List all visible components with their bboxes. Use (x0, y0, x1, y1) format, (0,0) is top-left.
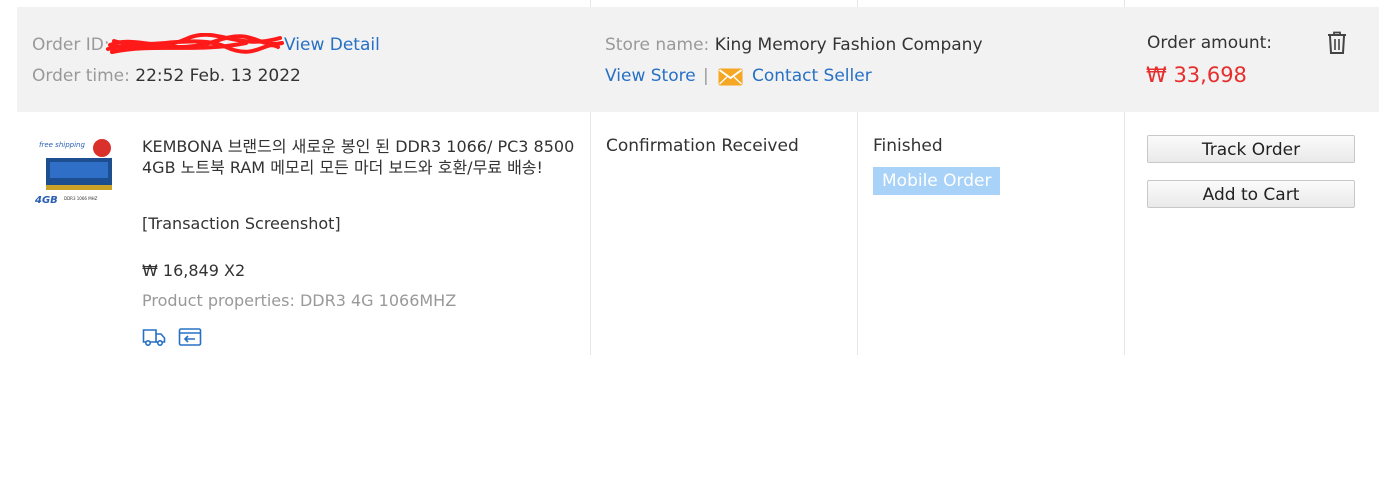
shipping-status: Confirmation Received (606, 136, 799, 156)
store-name-value: King Memory Fashion Company (714, 35, 983, 55)
order-time: Order time: 22:52 Feb. 13 2022 (32, 65, 301, 87)
contact-seller-link[interactable]: Contact Seller (752, 65, 872, 87)
link-separator: | (703, 66, 709, 86)
truck-icon[interactable] (142, 327, 166, 347)
column-divider (857, 0, 858, 7)
order-time-label: Order time: (32, 66, 130, 86)
product-price-quantity: ₩ 16,849 X2 (142, 261, 246, 280)
order-amount-value: ₩ 33,698 (1146, 63, 1247, 87)
transaction-screenshot-link[interactable]: [Transaction Screenshot] (142, 213, 341, 234)
trash-icon[interactable] (1326, 31, 1348, 55)
column-divider (857, 112, 858, 355)
thumb-model-text: DDR3 1066 MHZ (64, 196, 98, 201)
column-divider (1124, 112, 1125, 355)
mobile-order-badge: Mobile Order (873, 167, 1001, 195)
thumb-free-text: free shipping (39, 141, 85, 149)
product-image[interactable]: free shipping 4GB DDR3 1066 MHZ (32, 137, 118, 207)
order-amount-label: Order amount: (1147, 33, 1273, 53)
view-store-link[interactable]: View Store (605, 65, 696, 87)
order-header (17, 7, 1379, 112)
store-name-label: Store name: (605, 35, 710, 55)
add-to-cart-button[interactable]: Add to Cart (1147, 180, 1355, 208)
return-icon[interactable] (178, 327, 202, 347)
column-divider (1124, 0, 1125, 7)
order-id-label: Order ID: (32, 35, 110, 55)
column-divider (590, 0, 591, 7)
order-status: Finished (873, 136, 943, 156)
product-title-link[interactable]: KEMBONA 브랜드의 새로운 봉인 된 DDR3 1066/ PC3 850… (142, 136, 580, 178)
redaction-scribble (106, 33, 284, 54)
store-name: Store name: King Memory Fashion Company (605, 34, 983, 56)
order-time-value: 22:52 Feb. 13 2022 (135, 66, 301, 86)
product-properties: Product properties: DDR3 4G 1066MHZ (142, 291, 457, 310)
track-order-button[interactable]: Track Order (1147, 135, 1355, 163)
column-divider (590, 112, 591, 355)
view-detail-link[interactable]: View Detail (284, 34, 380, 56)
thumb-capacity-text: 4GB (34, 195, 58, 206)
envelope-icon[interactable] (718, 68, 743, 86)
